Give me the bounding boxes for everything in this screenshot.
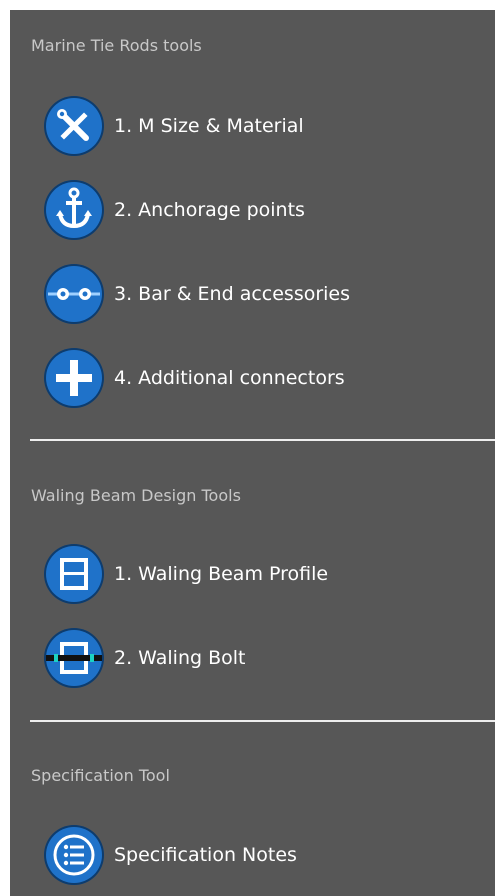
tools-icon [42, 94, 106, 158]
tool-specification-notes[interactable]: Specification Notes [42, 823, 462, 887]
waling-bolt-icon [42, 626, 106, 690]
anchor-icon [42, 178, 106, 242]
section-title-specification: Specification Tool [31, 766, 170, 785]
section-title-marine-tie-rods: Marine Tie Rods tools [31, 36, 202, 55]
tool-waling-beam-profile[interactable]: 1. Waling Beam Profile [42, 542, 462, 606]
tool-label: 1. M Size & Material [114, 115, 304, 137]
tools-panel: Marine Tie Rods tools 1. M Size & Materi… [10, 10, 495, 896]
tool-anchorage-points[interactable]: 2. Anchorage points [42, 178, 462, 242]
tool-label: 1. Waling Beam Profile [114, 563, 329, 585]
section-title-waling-beam: Waling Beam Design Tools [31, 486, 241, 505]
tool-label: Specification Notes [114, 844, 297, 866]
tool-waling-bolt[interactable]: 2. Waling Bolt [42, 626, 462, 690]
tool-label: 2. Waling Bolt [114, 647, 246, 669]
tool-label: 2. Anchorage points [114, 199, 305, 221]
tie-bar-icon [42, 262, 106, 326]
section-divider [30, 439, 495, 441]
tool-additional-connectors[interactable]: 4. Additional connectors [42, 346, 462, 410]
tool-label: 3. Bar & End accessories [114, 283, 351, 305]
i-beam-icon [42, 542, 106, 606]
tool-label: 4. Additional connectors [114, 367, 345, 389]
plus-icon [42, 346, 106, 410]
section-divider [30, 720, 495, 722]
tool-m-size-material[interactable]: 1. M Size & Material [42, 94, 462, 158]
list-icon [42, 823, 106, 887]
tool-bar-end-accessories[interactable]: 3. Bar & End accessories [42, 262, 462, 326]
